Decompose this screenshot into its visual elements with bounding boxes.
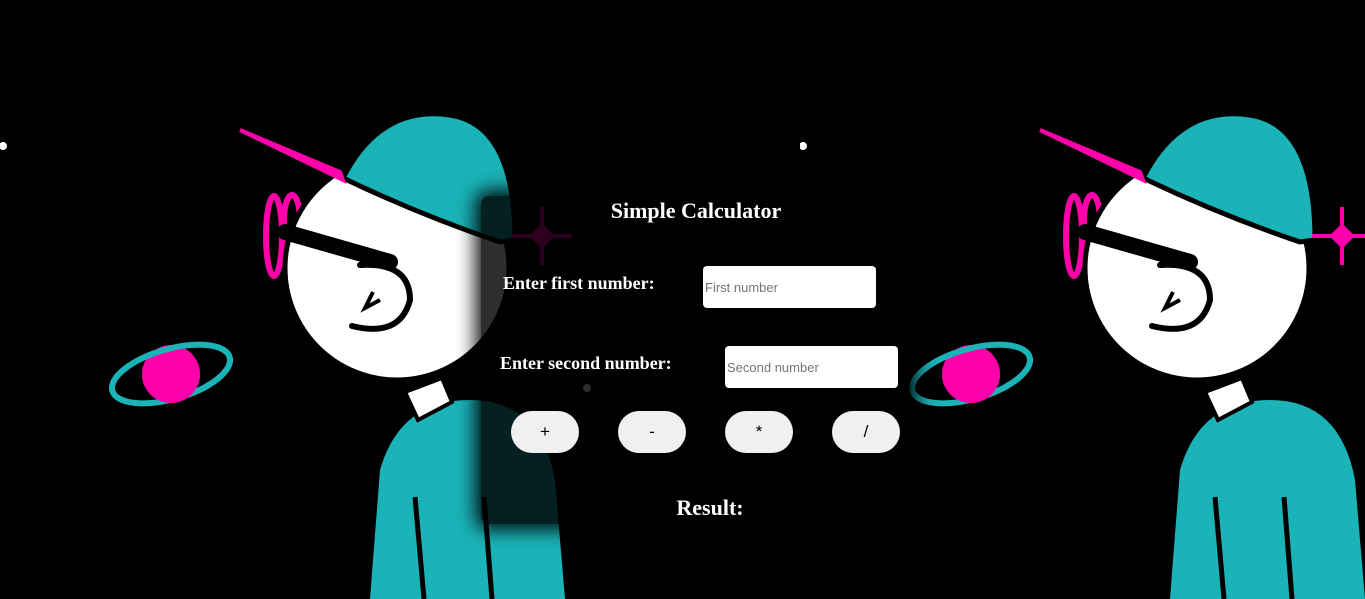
planet-icon <box>908 341 1034 407</box>
multiply-button[interactable]: * <box>725 411 793 453</box>
teal-shirt <box>1170 400 1365 599</box>
page-title: Simple Calculator <box>610 198 782 223</box>
divide-button[interactable]: / <box>832 411 900 453</box>
first-number-input[interactable] <box>703 266 876 308</box>
sparkle-icon <box>1312 207 1365 265</box>
first-number-label: Enter first number: <box>503 273 655 293</box>
second-number-label: Enter second number: <box>500 353 672 373</box>
star-dot <box>0 142 7 150</box>
cap-brim <box>1039 128 1147 184</box>
second-number-input[interactable] <box>725 346 898 388</box>
add-button[interactable]: + <box>511 411 579 453</box>
subtract-button[interactable]: - <box>618 411 686 453</box>
result-label: Result: <box>676 495 744 520</box>
star-dot <box>800 142 807 150</box>
cap-brim <box>239 128 347 184</box>
calculator-panel: Simple Calculator Enter first number: En… <box>481 196 911 524</box>
planet-icon <box>108 341 234 407</box>
